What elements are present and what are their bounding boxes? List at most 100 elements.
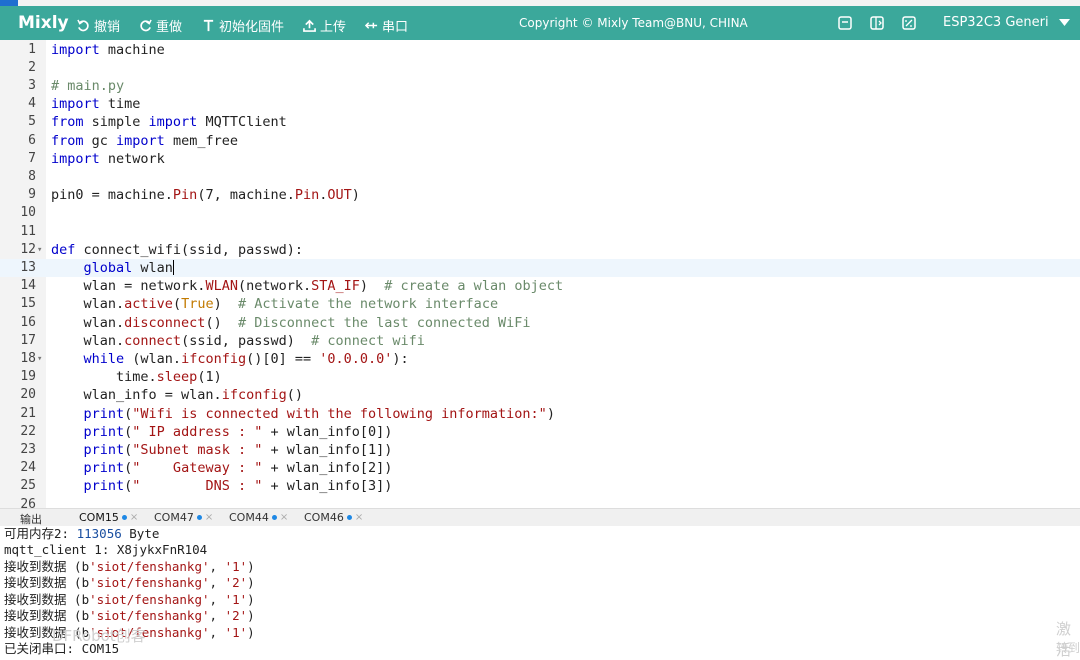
code-line[interactable]: 24 print(" Gateway : " + wlan_info[2]) xyxy=(0,459,1080,477)
init-firmware-label: 初始化固件 xyxy=(219,20,285,35)
code-text: time.sleep(1) xyxy=(51,369,222,386)
code-line[interactable]: 7 import network xyxy=(0,150,1080,168)
close-tab-icon[interactable]: × xyxy=(205,512,213,523)
line-number: 21 xyxy=(20,405,36,421)
code-line[interactable]: 14 wlan = network.WLAN(network.STA_IF) #… xyxy=(0,277,1080,295)
code-line[interactable]: 19 time.sleep(1) xyxy=(0,368,1080,386)
line-number: 16 xyxy=(20,314,36,330)
line-number: 24 xyxy=(20,460,36,476)
fold-toggle-icon[interactable]: ▾ xyxy=(37,241,42,259)
fold-toggle-icon[interactable]: ▾ xyxy=(37,350,42,368)
output-tab-bar: 输出 COM15 × COM47 × COM44 × COM46 × xyxy=(0,508,1080,527)
code-line[interactable]: 25 print(" DNS : " + wlan_info[3]) xyxy=(0,477,1080,495)
code-editor[interactable]: 1 import machine 2 3 # main.py 4 import time 5 f… xyxy=(0,40,1080,508)
code-text: while (wlan.ifconfig()[0] == '0.0.0.0'): xyxy=(83,350,409,367)
code-line[interactable]: 9 pin0 = machine.Pin(7, machine.Pin.OUT) xyxy=(0,186,1080,204)
output-tab-label: COM15 xyxy=(79,511,119,524)
code-text: # main.py xyxy=(51,77,125,94)
code-text: from gc import mem_free xyxy=(51,132,238,149)
code-text: wlan = network.WLAN(network.STA_IF) # cr… xyxy=(51,278,564,295)
code-line[interactable]: 16 wlan.disconnect() # Disconnect the la… xyxy=(0,314,1080,332)
upload-button[interactable]: 上传 xyxy=(303,16,346,35)
code-line[interactable]: 26 xyxy=(0,496,1080,509)
code-line[interactable]: 1 import machine xyxy=(0,41,1080,59)
copyright-text: Copyright © Mixly Team@BNU, CHINA xyxy=(519,16,748,30)
code-line[interactable]: 8 xyxy=(0,168,1080,186)
code-text: print(" DNS : " + wlan_info[3]) xyxy=(83,478,393,495)
line-number: 5 xyxy=(28,114,36,130)
code-text: from simple import MQTTClient xyxy=(51,114,287,131)
code-line[interactable]: 10 xyxy=(0,204,1080,222)
line-number: 17 xyxy=(20,332,36,348)
code-line[interactable]: 2 xyxy=(0,59,1080,77)
serial-button[interactable]: 串口 xyxy=(365,16,408,35)
output-tab[interactable]: COM15 × xyxy=(79,511,138,524)
code-text: print("Subnet mask : " + wlan_info[1]) xyxy=(83,441,393,458)
code-text: print("Wifi is connected with the follow… xyxy=(83,405,555,422)
init-firmware-button[interactable]: 初始化固件 xyxy=(202,16,284,35)
output-tab-label: COM47 xyxy=(154,511,194,524)
code-text: wlan.active(True) # Activate the network… xyxy=(51,296,499,313)
line-number: 26 xyxy=(20,496,36,509)
code-text: global wlan xyxy=(83,259,174,276)
toolbar: Mixly 撤销 重做 初始化固件 上传 串口 Copyright © Mixl… xyxy=(0,6,1080,40)
code-line[interactable]: 11 xyxy=(0,223,1080,241)
line-number: 6 xyxy=(28,132,36,148)
code-line[interactable]: 12 ▾ def connect_wifi(ssid, passwd): xyxy=(0,241,1080,259)
output-tab[interactable]: COM46 × xyxy=(304,511,363,524)
code-line[interactable]: 18 ▾ while (wlan.ifconfig()[0] == '0.0.0.… xyxy=(0,350,1080,368)
connected-dot-icon xyxy=(196,515,202,520)
output-line: mqtt_client 1: X8jykxFnR104 xyxy=(4,542,208,557)
code-text: import network xyxy=(51,150,165,167)
line-number: 18 xyxy=(20,350,36,366)
code-text: import time xyxy=(51,96,141,113)
code-text: wlan_info = wlan.ifconfig() xyxy=(51,387,303,404)
line-number: 19 xyxy=(20,369,36,385)
line-number: 4 xyxy=(28,96,36,112)
code-line[interactable]: 15 wlan.active(True) # Activate the netw… xyxy=(0,295,1080,313)
output-line: 可用内存2: 113056 Byte xyxy=(4,525,160,541)
line-number: 2 xyxy=(28,59,36,75)
watermark-right-2: 转到 xyxy=(1056,641,1080,655)
code-line[interactable]: 6 from gc import mem_free xyxy=(0,132,1080,150)
redo-label: 重做 xyxy=(156,20,183,35)
output-line: 接收到数据 (b'siot/fenshankg', '1') xyxy=(4,591,255,607)
line-number: 11 xyxy=(20,223,36,239)
output-tab[interactable]: COM44 × xyxy=(229,511,288,524)
code-line[interactable]: 17 wlan.connect(ssid, passwd) # connect … xyxy=(0,332,1080,350)
code-line[interactable]: 4 import time xyxy=(0,95,1080,113)
undo-icon xyxy=(77,19,89,32)
line-number: 20 xyxy=(20,387,36,403)
line-number: 22 xyxy=(20,423,36,439)
line-number: 3 xyxy=(28,77,36,93)
code-line[interactable]: 22 print(" IP address : " + wlan_info[0]… xyxy=(0,423,1080,441)
connected-dot-icon xyxy=(346,515,352,520)
line-number: 7 xyxy=(28,150,36,166)
code-line[interactable]: 5 from simple import MQTTClient xyxy=(0,113,1080,131)
close-tab-icon[interactable]: × xyxy=(130,512,138,523)
code-text: print(" IP address : " + wlan_info[0]) xyxy=(83,423,393,440)
minimize-panel-icon[interactable] xyxy=(837,15,853,31)
code-line[interactable]: 20 wlan_info = wlan.ifconfig() xyxy=(0,386,1080,404)
code-line[interactable]: 23 print("Subnet mask : " + wlan_info[1]… xyxy=(0,441,1080,459)
close-tab-icon[interactable]: × xyxy=(355,512,363,523)
board-select-value: ESP32C3 Generi xyxy=(943,15,1049,30)
split-view-icon[interactable] xyxy=(869,15,885,31)
output-tab[interactable]: COM47 × xyxy=(154,511,213,524)
code-text: wlan.disconnect() # Disconnect the last … xyxy=(51,314,531,331)
board-select[interactable]: ESP32C3 Generi xyxy=(943,15,1070,30)
code-text: print(" Gateway : " + wlan_info[2]) xyxy=(83,460,393,477)
connected-dot-icon xyxy=(121,515,127,520)
line-number: 23 xyxy=(20,441,36,457)
close-tab-icon[interactable]: × xyxy=(280,512,288,523)
code-line[interactable]: 3 # main.py xyxy=(0,77,1080,95)
serial-output-panel[interactable]: 可用内存2: 113056 Byte mqtt_client 1: X8jykxF… xyxy=(0,525,1080,659)
output-line: 接收到数据 (b'siot/fenshankg', '2') xyxy=(4,575,255,590)
fullscreen-icon[interactable] xyxy=(901,15,917,31)
code-line[interactable]: 13 global wlan xyxy=(0,258,1080,278)
undo-button[interactable]: 撤销 xyxy=(77,16,120,35)
upload-label: 上传 xyxy=(320,20,347,35)
undo-label: 撤销 xyxy=(94,20,121,35)
redo-button[interactable]: 重做 xyxy=(139,16,182,35)
code-line[interactable]: 21 print("Wifi is connected with the fol… xyxy=(0,405,1080,423)
